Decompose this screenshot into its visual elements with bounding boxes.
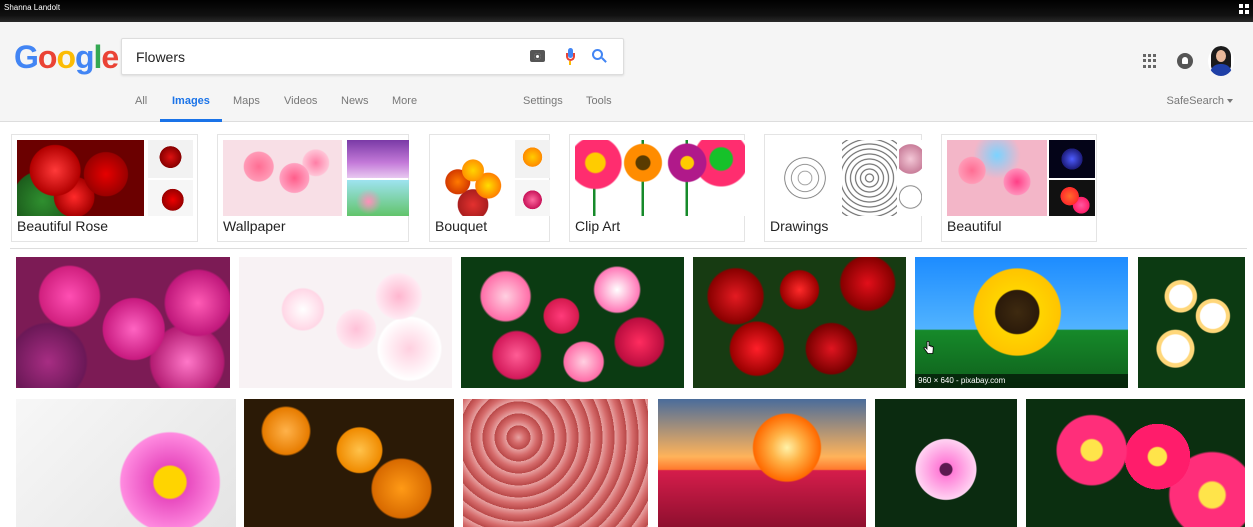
- hand-cursor-icon: [923, 341, 934, 355]
- tab-more[interactable]: More: [392, 95, 417, 107]
- tab-settings[interactable]: Settings: [523, 95, 563, 107]
- image-result-pink-daisy[interactable]: [16, 399, 236, 527]
- category-chip-clip-art[interactable]: Clip Art: [569, 134, 745, 242]
- image-result-cosmos-flowers[interactable]: [461, 257, 684, 388]
- category-label: Clip Art: [575, 218, 621, 234]
- window-menu-icon[interactable]: [1239, 4, 1249, 14]
- search-tabs: All Images Maps Videos News More Setting…: [0, 88, 1253, 122]
- bouquet-thumbnail: [435, 140, 511, 216]
- category-label: Beautiful: [947, 218, 1002, 234]
- wallpaper-thumbnail-small: [347, 180, 409, 216]
- account-avatar[interactable]: [1208, 46, 1234, 76]
- category-label: Bouquet: [435, 218, 488, 234]
- beautiful-thumbnail-small: [1049, 140, 1095, 178]
- tab-videos[interactable]: Videos: [284, 95, 317, 107]
- tab-news[interactable]: News: [341, 95, 369, 107]
- image-result-pink-dahlia[interactable]: [875, 399, 1017, 527]
- image-result-orange-flowers-butterfly[interactable]: [244, 399, 454, 527]
- tab-tools[interactable]: Tools: [586, 95, 612, 107]
- tab-all[interactable]: All: [135, 95, 147, 107]
- image-result-lotus-sunset[interactable]: [658, 399, 866, 527]
- search-input[interactable]: [136, 47, 516, 67]
- bouquet-thumbnail-small: [515, 180, 550, 216]
- drawing-thumbnail: [842, 140, 897, 216]
- rose-thumbnail: [17, 140, 144, 216]
- notifications-icon[interactable]: [1177, 53, 1193, 69]
- image-result-red-roses[interactable]: [693, 257, 906, 388]
- clip-art-thumbnail: [575, 140, 745, 216]
- beautiful-thumbnail: [947, 140, 1047, 216]
- category-chip-beautiful-rose[interactable]: Beautiful Rose: [11, 134, 198, 242]
- drawing-thumbnail: [770, 140, 840, 216]
- search-icon[interactable]: [592, 49, 608, 65]
- category-label: Beautiful Rose: [17, 218, 109, 234]
- tab-maps[interactable]: Maps: [233, 95, 260, 107]
- wallpaper-thumbnail-small: [347, 140, 409, 178]
- bouquet-thumbnail-small: [515, 140, 550, 178]
- active-tab-indicator: [160, 119, 222, 122]
- wallpaper-thumbnail: [223, 140, 342, 216]
- search-box[interactable]: [121, 38, 624, 75]
- search-header: Google All Images Maps Videos News More …: [0, 22, 1253, 122]
- image-result-rose-wall[interactable]: [463, 399, 648, 527]
- category-chip-beautiful[interactable]: Beautiful: [941, 134, 1097, 242]
- category-label: Drawings: [770, 218, 829, 234]
- google-logo[interactable]: Google: [14, 39, 119, 76]
- image-result-pink-dahlias[interactable]: [16, 257, 230, 388]
- category-chip-wallpaper[interactable]: Wallpaper: [217, 134, 409, 242]
- safesearch-dropdown[interactable]: SafeSearch: [1167, 95, 1233, 107]
- section-divider: [10, 248, 1247, 249]
- image-caption: 960 × 640 - pixabay.com: [915, 374, 1128, 388]
- microphone-icon[interactable]: [565, 48, 575, 66]
- category-label: Wallpaper: [223, 218, 286, 234]
- image-result-plumeria[interactable]: [1138, 257, 1245, 388]
- window-titlebar: Shanna Landolt: [0, 0, 1253, 22]
- rose-thumbnail-small: [148, 140, 193, 178]
- beautiful-thumbnail-small: [1049, 180, 1095, 216]
- rose-thumbnail-small: [148, 180, 193, 216]
- drawing-thumbnail: [899, 140, 922, 216]
- category-chip-drawings[interactable]: Drawings: [764, 134, 922, 242]
- tab-images[interactable]: Images: [172, 95, 210, 107]
- apps-grid-icon[interactable]: [1143, 54, 1157, 68]
- image-result-sunflower[interactable]: 960 × 640 - pixabay.com: [915, 257, 1128, 388]
- image-result-cherry-blossoms[interactable]: [239, 257, 452, 388]
- window-user-name: Shanna Landolt: [4, 3, 61, 12]
- image-result-gerbera-daisies[interactable]: [1026, 399, 1245, 527]
- camera-icon[interactable]: [530, 50, 545, 62]
- category-chip-bouquet[interactable]: Bouquet: [429, 134, 550, 242]
